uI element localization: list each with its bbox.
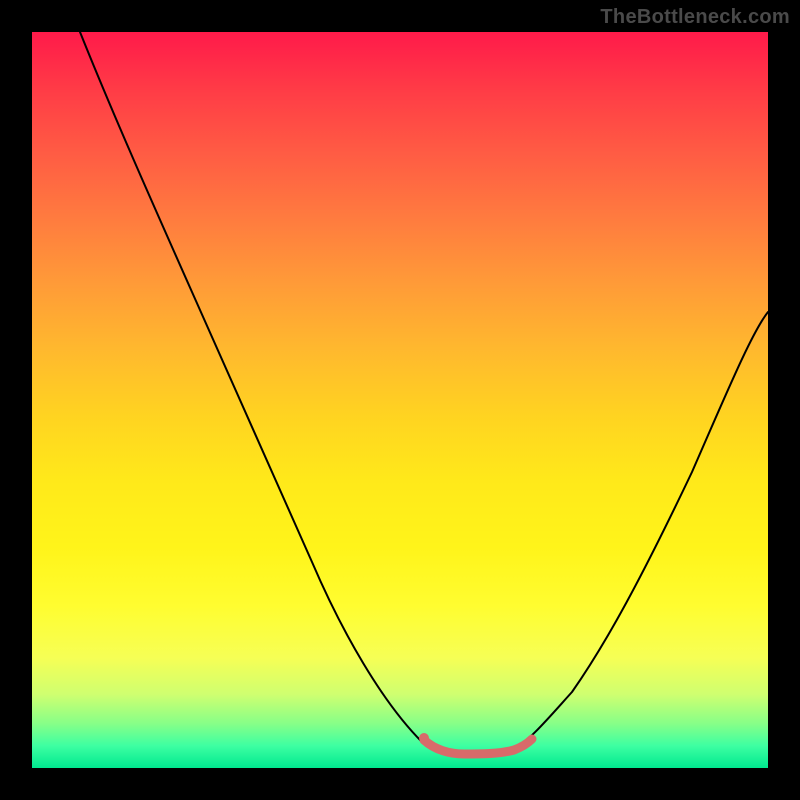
- watermark-text: TheBottleneck.com: [600, 6, 790, 29]
- valley-highlight: [424, 739, 532, 754]
- curve-svg: [32, 32, 768, 768]
- plot-area: [32, 32, 768, 768]
- valley-start-dot: [419, 733, 429, 743]
- bottleneck-curve: [80, 32, 768, 754]
- chart-container: TheBottleneck.com: [0, 0, 800, 800]
